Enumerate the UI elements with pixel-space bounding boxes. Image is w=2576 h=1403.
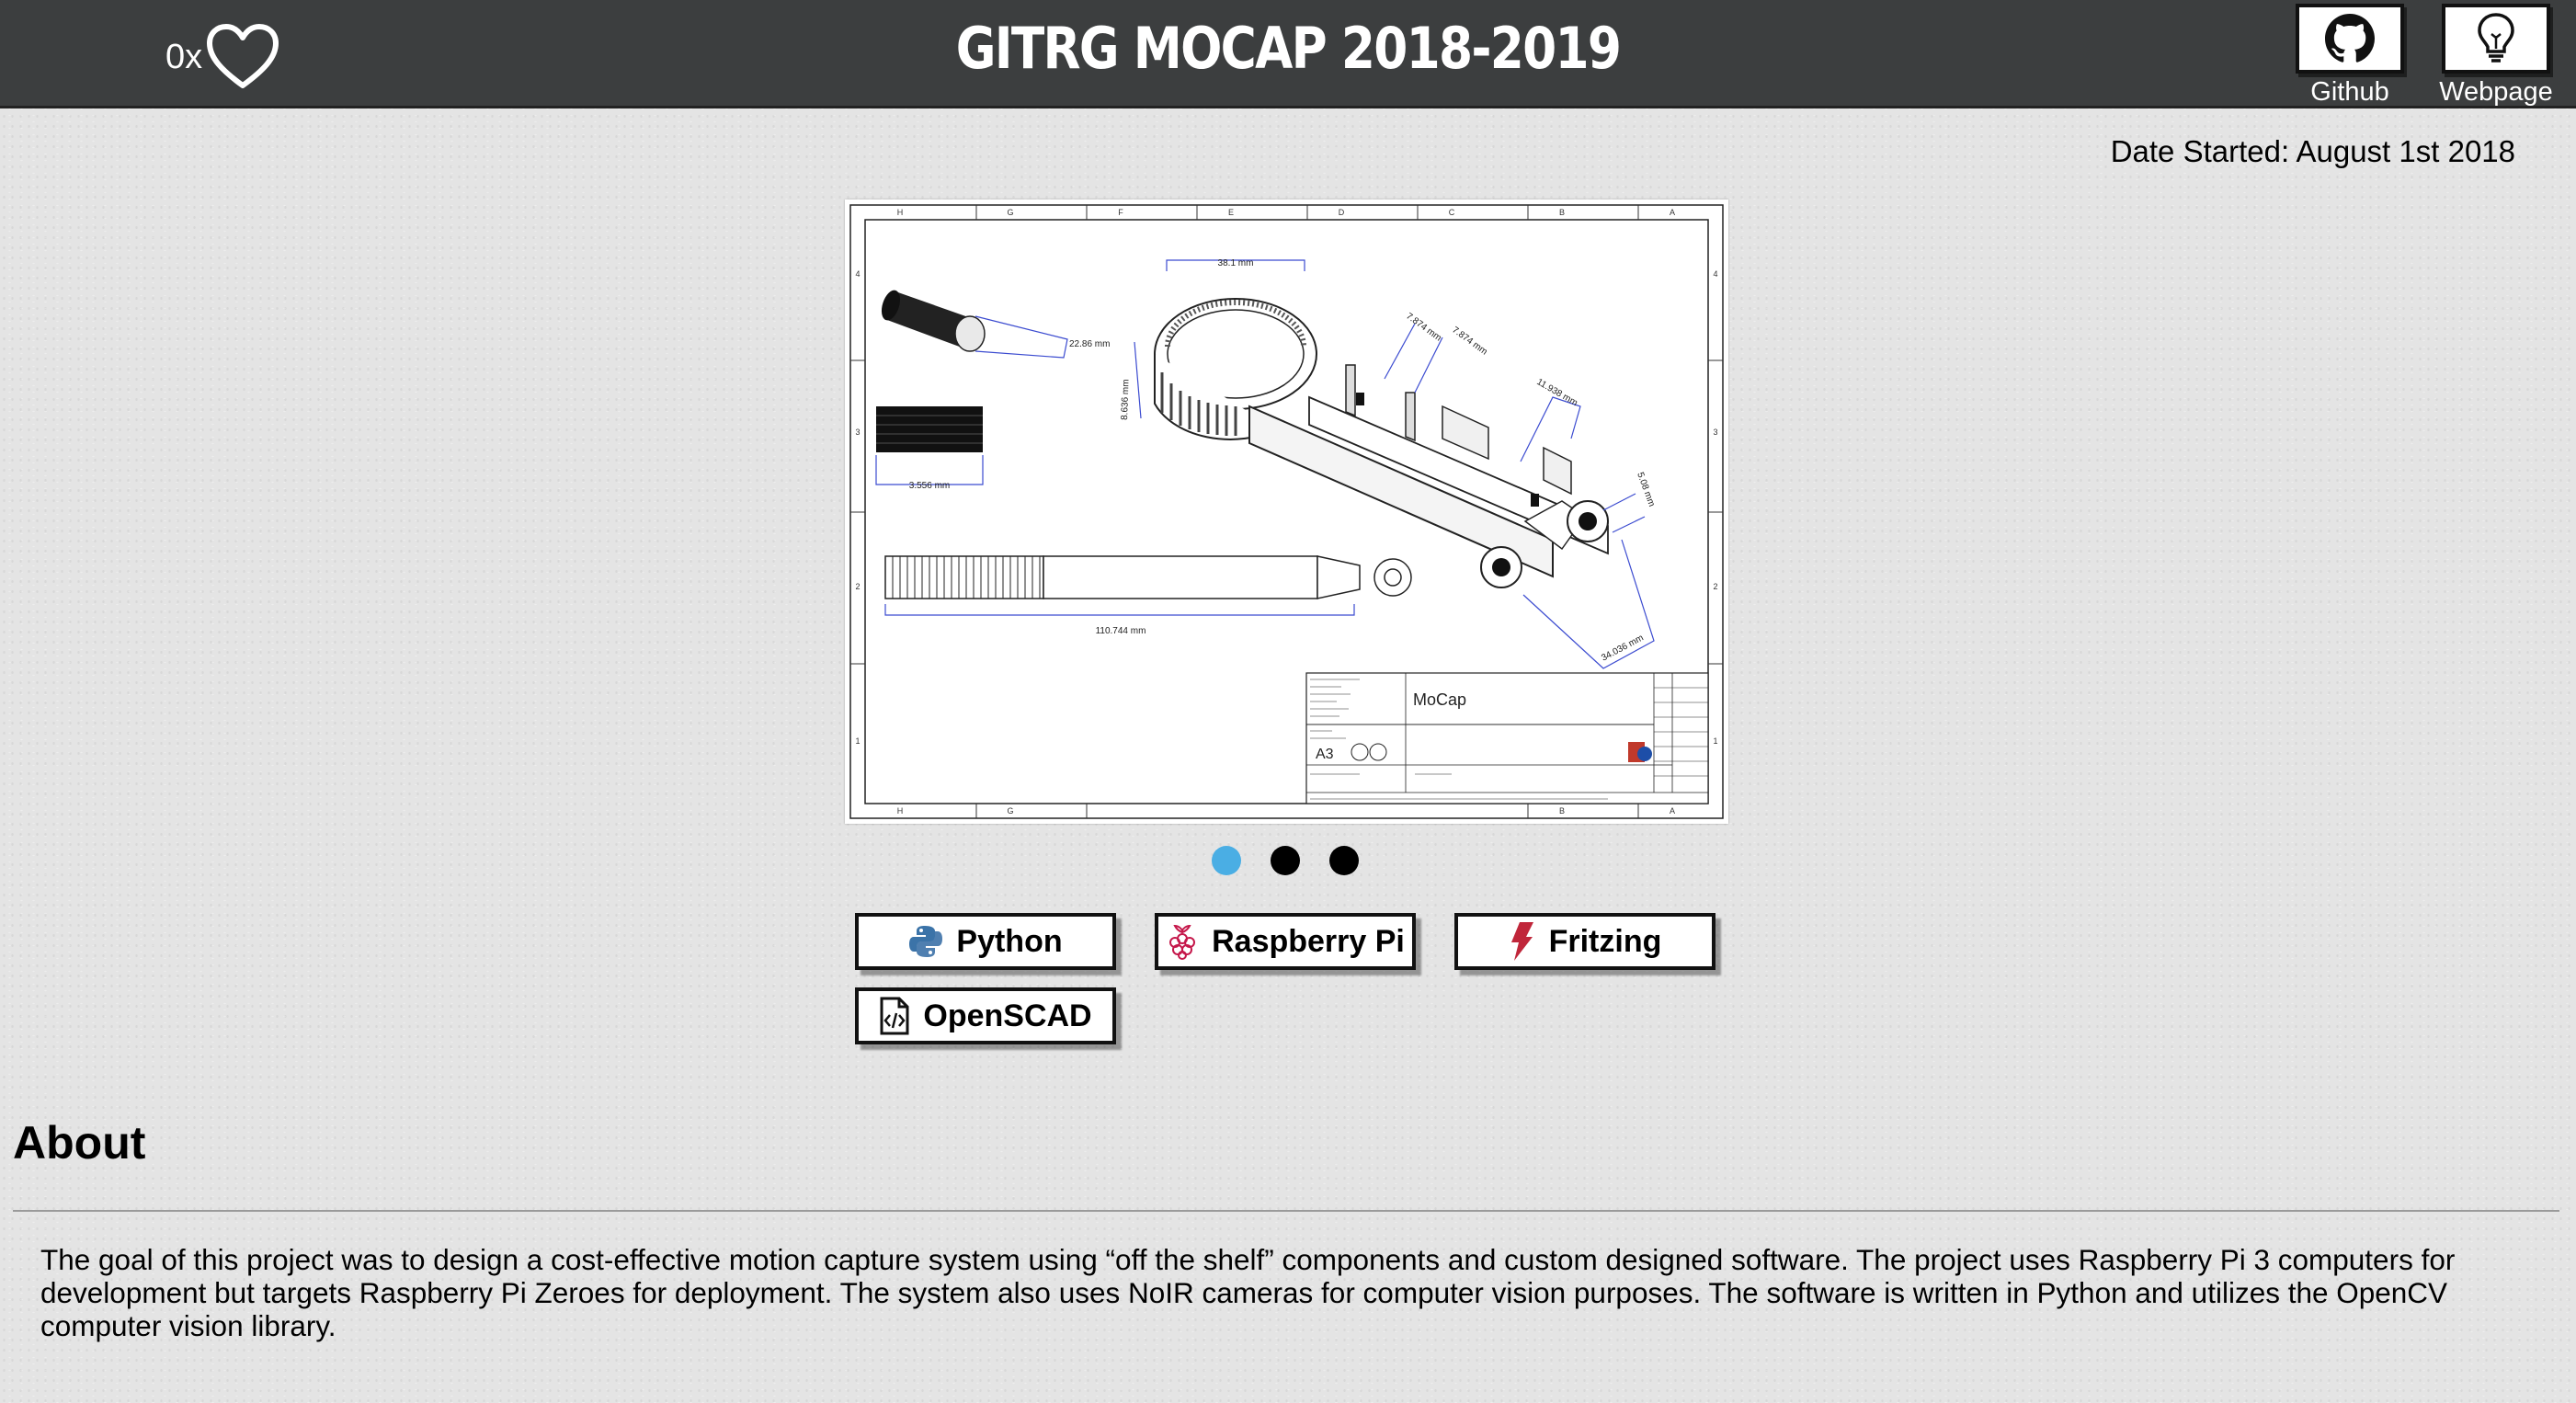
col-label: F bbox=[1118, 208, 1123, 217]
tag-openscad[interactable]: OpenSCAD bbox=[855, 987, 1116, 1044]
row-label: 3 bbox=[1713, 428, 1717, 437]
fritzing-icon bbox=[1510, 922, 1533, 961]
about-text: The goal of this project was to design a… bbox=[40, 1243, 2456, 1342]
col-label: C bbox=[1449, 208, 1455, 217]
dimension-label: 110.744 mm bbox=[1096, 626, 1146, 636]
title-block: MoCap A3 bbox=[1305, 672, 1709, 804]
tag-label: Raspberry Pi bbox=[1212, 923, 1405, 959]
github-button[interactable] bbox=[2296, 4, 2404, 74]
col-label: D bbox=[1339, 208, 1345, 217]
sheet-size: A3 bbox=[1316, 747, 1334, 762]
col-label: B bbox=[1559, 806, 1565, 816]
dimension-label: 8.636 mm bbox=[1120, 379, 1132, 420]
date-started: Date Started: August 1st 2018 bbox=[2110, 134, 2515, 168]
tag-label: Python bbox=[956, 923, 1063, 959]
lightbulb-icon bbox=[2478, 13, 2514, 63]
slide-dot[interactable] bbox=[1329, 846, 1359, 875]
dimension-label: 38.1 mm bbox=[1218, 258, 1254, 268]
row-label: 4 bbox=[855, 269, 860, 279]
dimension-label: 22.86 mm bbox=[1069, 339, 1110, 349]
row-label: 2 bbox=[855, 582, 860, 591]
dimension-label: 3.556 mm bbox=[909, 481, 950, 491]
slideshow-dots bbox=[1212, 846, 1388, 875]
col-label: E bbox=[1228, 208, 1234, 217]
tag-python[interactable]: Python bbox=[855, 913, 1116, 970]
page-title: GITRG MOCAP 2018-2019 bbox=[955, 15, 1622, 82]
col-label: A bbox=[1670, 208, 1675, 217]
row-label: 4 bbox=[1713, 269, 1717, 279]
top-bar: 0x GITRG MOCAP 2018-2019 Github Webpage bbox=[0, 0, 2576, 108]
webpage-button[interactable] bbox=[2442, 4, 2550, 74]
python-icon bbox=[909, 926, 943, 957]
webpage-label: Webpage bbox=[2439, 77, 2553, 107]
about-heading: About bbox=[13, 1117, 146, 1169]
col-label: G bbox=[1007, 806, 1013, 816]
row-label: 2 bbox=[1713, 582, 1717, 591]
code-file-icon bbox=[880, 997, 909, 1035]
tag-label: OpenSCAD bbox=[923, 998, 1092, 1033]
row-label: 3 bbox=[855, 428, 860, 437]
technical-drawing: H G F E D C B A H G B A 4 3 2 1 4 3 2 1 bbox=[849, 204, 1724, 819]
drawing-title: MoCap bbox=[1413, 690, 1466, 709]
tag-label: Fritzing bbox=[1548, 923, 1662, 959]
tag-fritzing[interactable]: Fritzing bbox=[1454, 913, 1715, 970]
github-icon bbox=[2325, 14, 2375, 63]
slide-dot[interactable] bbox=[1271, 846, 1300, 875]
github-label: Github bbox=[2310, 77, 2389, 107]
slideshow-image[interactable]: H G F E D C B A H G B A 4 3 2 1 4 3 2 1 bbox=[845, 200, 1728, 824]
col-label: G bbox=[1007, 208, 1013, 217]
col-label: H bbox=[897, 806, 904, 816]
col-label: H bbox=[897, 208, 904, 217]
row-label: 1 bbox=[855, 736, 860, 746]
webpage-link[interactable]: Webpage bbox=[2438, 4, 2554, 108]
github-link[interactable]: Github bbox=[2292, 4, 2408, 108]
raspberry-pi-icon bbox=[1169, 924, 1196, 960]
slide-dot[interactable] bbox=[1212, 846, 1241, 875]
row-label: 1 bbox=[1713, 736, 1717, 746]
col-label: B bbox=[1559, 208, 1565, 217]
tag-raspberry-pi[interactable]: Raspberry Pi bbox=[1155, 913, 1416, 970]
col-label: A bbox=[1670, 806, 1675, 816]
divider bbox=[13, 1210, 2559, 1212]
